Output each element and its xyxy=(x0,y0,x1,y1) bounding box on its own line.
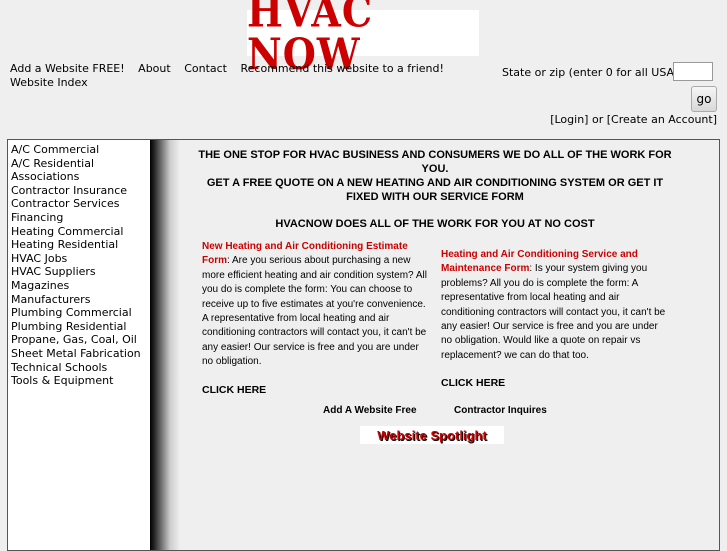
sidebar-item-sheet-metal[interactable]: Sheet Metal Fabrication xyxy=(8,347,150,361)
estimate-click-here[interactable]: CLICK HERE xyxy=(202,384,266,396)
sidebar-item-ac-residential[interactable]: A/C Residential xyxy=(8,157,150,171)
contractor-inquires-link[interactable]: Contractor Inquires xyxy=(454,405,547,416)
sidebar-item-hvac-jobs[interactable]: HVAC Jobs xyxy=(8,252,150,266)
service-description: : Is your system giving you problems? Al… xyxy=(441,263,666,361)
login-link[interactable]: [Login] xyxy=(550,113,588,126)
sidebar-item-financing[interactable]: Financing xyxy=(8,211,150,225)
account-or: or xyxy=(591,113,604,126)
add-website-free-link[interactable]: Add A Website Free xyxy=(323,405,417,416)
sidebar-item-propane[interactable]: Propane, Gas, Coal, Oil xyxy=(8,333,150,347)
sidebar-item-associations[interactable]: Associations xyxy=(8,170,150,184)
sidebar-item-contractor-insurance[interactable]: Contractor Insurance xyxy=(8,184,150,198)
sidebar-item-tools[interactable]: Tools & Equipment xyxy=(8,374,150,388)
site-logo[interactable]: HVAC NOW xyxy=(247,0,479,75)
go-button[interactable]: go xyxy=(691,86,717,112)
service-section: Heating and Air Conditioning Service and… xyxy=(441,248,671,363)
sidebar-item-manufacturers[interactable]: Manufacturers xyxy=(8,293,150,307)
sidebar-shadow xyxy=(150,140,180,550)
sidebar-item-heating-residential[interactable]: Heating Residential xyxy=(8,238,150,252)
main-content: THE ONE STOP FOR HVAC BUSINESS AND CONSU… xyxy=(180,140,719,550)
website-spotlight-banner: Website Spotlight xyxy=(360,426,504,444)
zip-input[interactable] xyxy=(673,62,713,81)
sidebar-item-hvac-suppliers[interactable]: HVAC Suppliers xyxy=(8,265,150,279)
estimate-description: : Are you serious about purchasing a new… xyxy=(202,255,427,368)
sidebar-item-plumbing-residential[interactable]: Plumbing Residential xyxy=(8,320,150,334)
category-sidebar: A/C Commercial A/C Residential Associati… xyxy=(8,140,150,550)
nav-about[interactable]: About xyxy=(138,62,171,75)
top-navigation: Add a Website FREE! About Contact Recomm… xyxy=(10,62,480,90)
sidebar-item-contractor-services[interactable]: Contractor Services xyxy=(8,197,150,211)
create-account-link[interactable]: [Create an Account] xyxy=(607,113,717,126)
estimate-section: New Heating and Air Conditioning Estimat… xyxy=(202,240,430,370)
nav-website-index[interactable]: Website Index xyxy=(10,76,88,89)
account-links: [Login] or [Create an Account] xyxy=(550,113,717,126)
sidebar-item-heating-commercial[interactable]: Heating Commercial xyxy=(8,225,150,239)
headline-one-stop: THE ONE STOP FOR HVAC BUSINESS AND CONSU… xyxy=(198,149,672,175)
service-click-here[interactable]: CLICK HERE xyxy=(441,377,505,389)
headline-free-quote: GET A FREE QUOTE ON A NEW HEATING AND AI… xyxy=(206,177,664,203)
nav-contact[interactable]: Contact xyxy=(184,62,227,75)
sidebar-item-plumbing-commercial[interactable]: Plumbing Commercial xyxy=(8,306,150,320)
sidebar-item-magazines[interactable]: Magazines xyxy=(8,279,150,293)
content-frame: A/C Commercial A/C Residential Associati… xyxy=(7,139,720,551)
headline-no-cost: HVACNOW DOES ALL OF THE WORK FOR YOU AT … xyxy=(275,218,595,230)
nav-add-website[interactable]: Add a Website FREE! xyxy=(10,62,125,75)
sidebar-item-ac-commercial[interactable]: A/C Commercial xyxy=(8,143,150,157)
nav-recommend[interactable]: Recommend this website to a friend! xyxy=(241,62,444,75)
sidebar-item-technical-schools[interactable]: Technical Schools xyxy=(8,361,150,375)
search-label: State or zip (enter 0 for all USA): xyxy=(502,66,683,79)
